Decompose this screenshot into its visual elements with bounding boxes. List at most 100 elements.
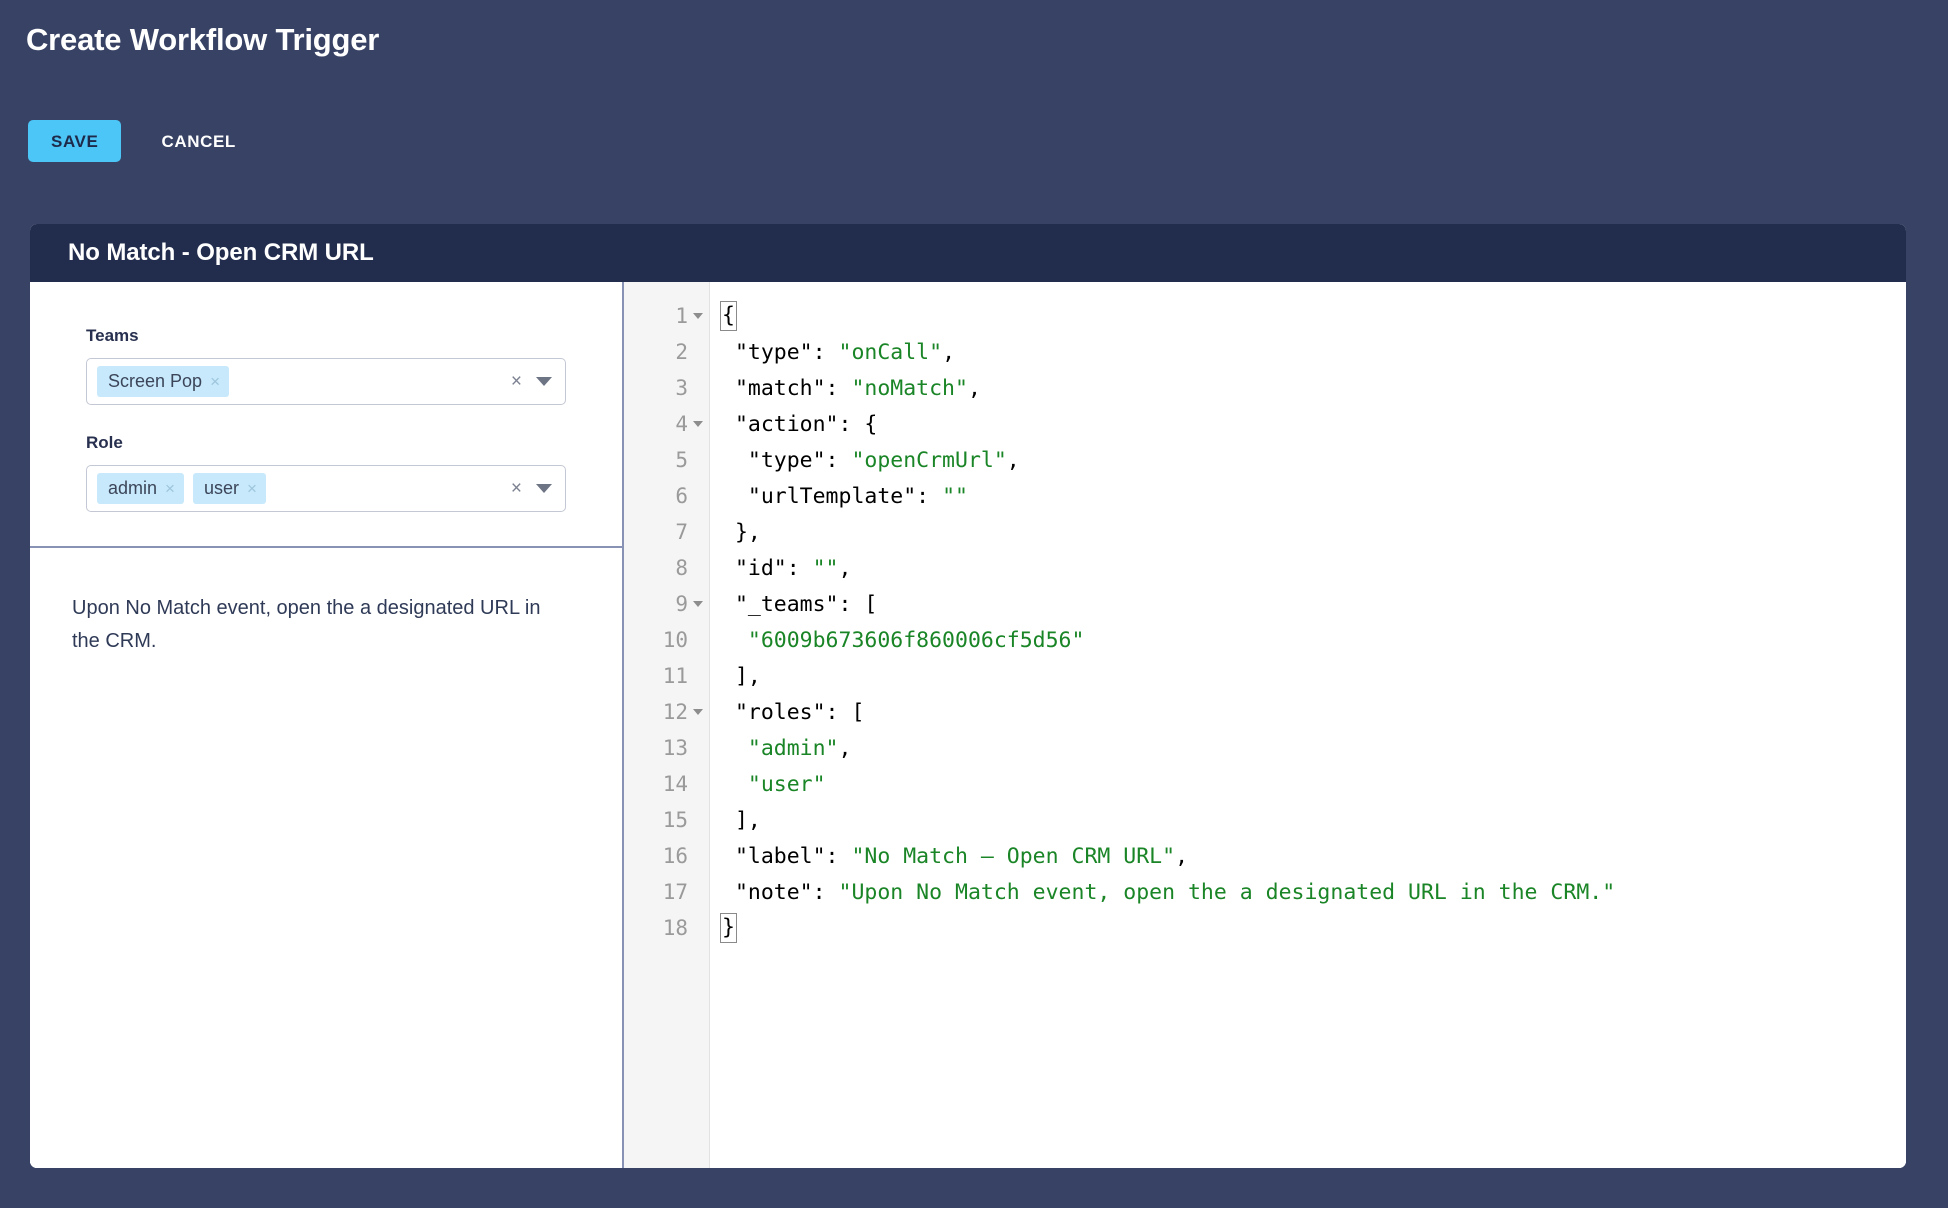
- code-line[interactable]: "urlTemplate": "": [722, 478, 1906, 514]
- cancel-button[interactable]: CANCEL: [143, 120, 253, 162]
- chip-remove-icon[interactable]: ×: [165, 480, 175, 497]
- json-key: "id":: [722, 555, 813, 581]
- code-line[interactable]: "type": "onCall",: [722, 334, 1906, 370]
- left-pane: Teams Screen Pop × × Role admin × user ×…: [30, 282, 624, 1168]
- line-number: 2: [624, 334, 709, 370]
- chip-remove-icon[interactable]: ×: [247, 480, 257, 497]
- line-number-label: 6: [675, 484, 688, 508]
- line-number-label: 2: [675, 340, 688, 364]
- json-editor[interactable]: 1 2 3 4 5 6 7 8 9 10 11 12 13 14 15 16 17 18 { "type": "o…: [624, 282, 1906, 1168]
- line-number-label: 3: [675, 376, 688, 400]
- role-label: Role: [86, 433, 123, 452]
- code-line[interactable]: {: [720, 298, 1906, 334]
- description-section: Upon No Match event, open the a designat…: [30, 548, 622, 1168]
- code-line[interactable]: "admin",: [722, 730, 1906, 766]
- json-key: "_teams": [: [722, 591, 878, 617]
- json-punctuation: ,: [838, 555, 852, 581]
- code-line[interactable]: "id": "",: [722, 550, 1906, 586]
- json-key: "match":: [722, 375, 852, 401]
- json-punctuation: ],: [722, 807, 761, 833]
- json-string: "": [942, 483, 968, 509]
- json-key: "type":: [722, 447, 852, 473]
- code-line[interactable]: "6009b673606f860006cf5d56": [722, 622, 1906, 658]
- editor-gutter: 1 2 3 4 5 6 7 8 9 10 11 12 13 14 15 16 17 18: [624, 282, 710, 1168]
- teams-multiselect[interactable]: Screen Pop × ×: [86, 358, 566, 405]
- code-line[interactable]: "roles": [: [722, 694, 1906, 730]
- code-line[interactable]: "user": [722, 766, 1906, 802]
- json-string: "user": [747, 771, 826, 797]
- json-key: [722, 736, 748, 761]
- code-line[interactable]: }: [720, 910, 1906, 946]
- json-string: "No Match – Open CRM URL": [851, 843, 1176, 869]
- json-punctuation: ,: [1175, 843, 1189, 869]
- json-key: [722, 628, 748, 653]
- line-number-label: 7: [675, 520, 688, 544]
- chip-admin[interactable]: admin ×: [97, 473, 184, 504]
- matching-brace: }: [720, 913, 737, 943]
- role-actions: ×: [511, 479, 557, 498]
- card-body: Teams Screen Pop × × Role admin × user ×…: [30, 282, 1906, 1168]
- code-line[interactable]: "_teams": [: [722, 586, 1906, 622]
- editor-code[interactable]: { "type": "onCall", "match": "noMatch", …: [710, 282, 1906, 1168]
- card-header-title: No Match - Open CRM URL: [68, 239, 374, 266]
- matching-brace: {: [720, 301, 737, 331]
- json-key: "type":: [722, 339, 839, 365]
- line-number: 4: [624, 406, 709, 442]
- json-string: "noMatch": [851, 375, 968, 401]
- clear-icon[interactable]: ×: [511, 372, 522, 391]
- line-number: 18: [624, 910, 709, 946]
- line-number: 16: [624, 838, 709, 874]
- fold-arrow-icon[interactable]: [693, 421, 703, 427]
- chip-user[interactable]: user ×: [192, 473, 266, 504]
- line-number-label: 8: [675, 556, 688, 580]
- fold-arrow-icon[interactable]: [693, 709, 703, 715]
- line-number: 17: [624, 874, 709, 910]
- line-number: 10: [624, 622, 709, 658]
- line-number-label: 16: [662, 844, 688, 868]
- code-line[interactable]: "match": "noMatch",: [722, 370, 1906, 406]
- json-string: "admin": [747, 735, 839, 761]
- json-punctuation: ,: [942, 339, 956, 365]
- chevron-down-icon[interactable]: [536, 377, 552, 386]
- chip-label: admin: [108, 478, 158, 498]
- teams-chip-list: Screen Pop ×: [97, 366, 511, 397]
- code-line[interactable]: ],: [722, 802, 1906, 838]
- chevron-down-icon[interactable]: [536, 484, 552, 493]
- code-line[interactable]: },: [722, 514, 1906, 550]
- code-line[interactable]: "note": "Upon No Match event, open the a…: [722, 874, 1906, 910]
- code-line[interactable]: "label": "No Match – Open CRM URL",: [722, 838, 1906, 874]
- fold-arrow-icon[interactable]: [693, 601, 703, 607]
- teams-label: Teams: [86, 326, 139, 345]
- line-number-label: 1: [675, 304, 688, 328]
- chip-label: Screen Pop: [108, 371, 203, 391]
- json-string: "": [812, 555, 839, 581]
- code-line[interactable]: "action": {: [722, 406, 1906, 442]
- teams-actions: ×: [511, 372, 557, 391]
- line-number: 3: [624, 370, 709, 406]
- code-line[interactable]: "type": "openCrmUrl",: [722, 442, 1906, 478]
- description-text: Upon No Match event, open the a designat…: [72, 597, 541, 652]
- line-number-label: 4: [675, 412, 688, 436]
- chip-screen-pop[interactable]: Screen Pop ×: [97, 366, 229, 397]
- save-button[interactable]: SAVE: [28, 120, 122, 162]
- chip-remove-icon[interactable]: ×: [210, 373, 220, 390]
- code-line[interactable]: ],: [722, 658, 1906, 694]
- line-number-label: 11: [662, 664, 688, 688]
- json-punctuation: ,: [838, 735, 852, 761]
- line-number-label: 13: [662, 736, 688, 760]
- form-section: Teams Screen Pop × × Role admin × user ×…: [30, 282, 622, 548]
- clear-icon[interactable]: ×: [511, 479, 522, 498]
- line-number-label: 10: [662, 628, 688, 652]
- fold-arrow-icon[interactable]: [693, 313, 703, 319]
- line-number-label: 9: [675, 592, 688, 616]
- line-number: 6: [624, 478, 709, 514]
- json-string: "onCall": [838, 339, 943, 365]
- role-multiselect[interactable]: admin × user × ×: [86, 465, 566, 512]
